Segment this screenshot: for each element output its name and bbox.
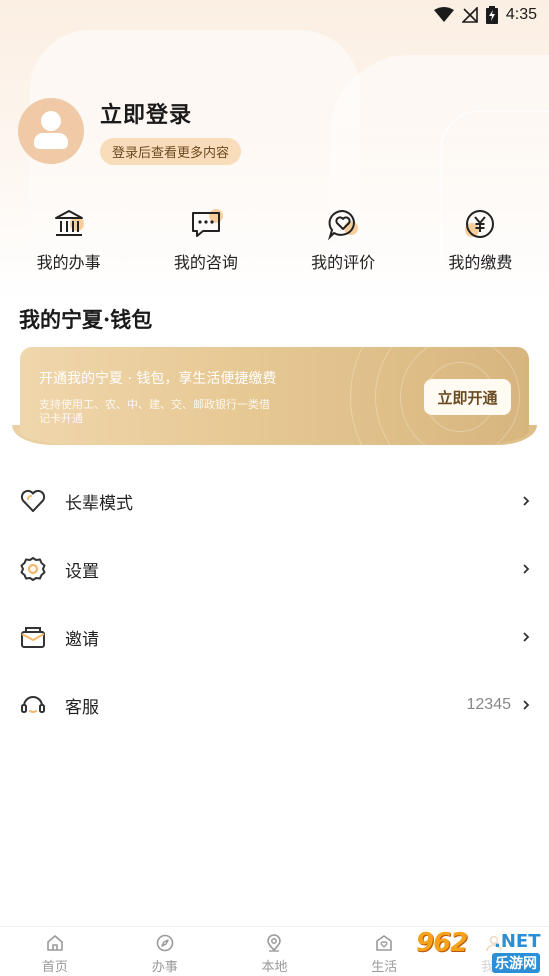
bank-icon (52, 207, 86, 241)
menu-item-label: 长辈模式 (65, 493, 133, 514)
settings-menu: 长辈模式 设置 邀请 客服 12345 (0, 467, 549, 739)
status-time: 4:35 (505, 6, 537, 23)
menu-item-elder-mode[interactable]: 长辈模式 (0, 467, 549, 535)
envelope-icon (21, 627, 45, 648)
location-icon (267, 934, 282, 952)
watermark-number: 962 (416, 928, 468, 958)
login-hint: 登录后查看更多内容 (100, 138, 242, 165)
chevron-right-icon (523, 632, 530, 642)
chevron-right-icon (523, 700, 530, 710)
customer-service-number: 12345 (466, 696, 512, 713)
heart-outline-icon (20, 489, 46, 512)
wallet-promo-text: 开通我的宁夏 · 钱包，享生活便捷缴费 (39, 371, 277, 387)
battery-charging-icon (485, 6, 498, 24)
yuan-coin-icon (463, 207, 497, 241)
menu-item-customer-service[interactable]: 客服 12345 (0, 671, 549, 739)
watermark-domain: .NET (494, 931, 541, 952)
status-bar: 4:35 (0, 0, 549, 30)
wallet-bank-support: 支持使用工、农、中、建、交、邮政银行一类借记卡开通 (39, 398, 270, 425)
open-wallet-button[interactable]: 立即开通 (424, 379, 511, 415)
quick-action-consult[interactable]: 我的咨询 (137, 207, 274, 273)
watermark-site-name: 乐游网 (492, 953, 540, 973)
tab-home[interactable]: 首页 (0, 927, 110, 976)
login-link[interactable]: 立即登录 (100, 97, 241, 129)
home-icon (47, 935, 63, 951)
quick-action-label: 我的办事 (36, 253, 101, 272)
quick-action-label: 我的缴费 (448, 253, 513, 272)
no-signal-icon (461, 7, 478, 23)
chevron-right-icon (523, 496, 530, 506)
tab-label: 生活 (371, 960, 398, 975)
quick-action-review[interactable]: 我的评价 (275, 207, 412, 273)
quick-action-label: 我的评价 (311, 253, 376, 272)
wallet-section-title: 我的宁夏·钱包 (19, 307, 153, 332)
heart-chat-icon (326, 207, 360, 241)
tab-label: 本地 (261, 960, 288, 975)
menu-item-settings[interactable]: 设置 (0, 535, 549, 603)
headset-icon (21, 696, 45, 713)
gear-icon (20, 557, 46, 581)
life-icon (376, 935, 393, 951)
chevron-right-icon (523, 564, 530, 574)
profile-section[interactable]: 立即登录 登录后查看更多内容 (18, 97, 242, 165)
quick-action-affairs[interactable]: 我的办事 (0, 207, 137, 273)
menu-item-label: 客服 (65, 697, 99, 718)
tab-label: 首页 (41, 960, 68, 975)
quick-action-payment[interactable]: 我的缴费 (412, 207, 549, 273)
quick-action-label: 我的咨询 (173, 253, 238, 272)
tab-affairs[interactable]: 办事 (110, 927, 220, 976)
chat-icon (189, 207, 223, 241)
wifi-icon (433, 7, 454, 22)
wallet-card[interactable]: 开通我的宁夏 · 钱包，享生活便捷缴费 支持使用工、农、中、建、交、邮政银行一类… (12, 347, 537, 445)
menu-item-invite[interactable]: 邀请 (0, 603, 549, 671)
avatar[interactable] (18, 98, 84, 164)
site-watermark: 962 .NET 乐游网 (410, 928, 549, 976)
tab-label: 办事 (151, 960, 178, 975)
menu-item-label: 设置 (65, 561, 99, 582)
menu-item-label: 邀请 (65, 629, 99, 650)
compass-icon (156, 934, 173, 952)
tab-local[interactable]: 本地 (220, 927, 330, 976)
quick-actions: 我的办事 我的咨询 我的评价 我的缴费 (0, 207, 549, 273)
